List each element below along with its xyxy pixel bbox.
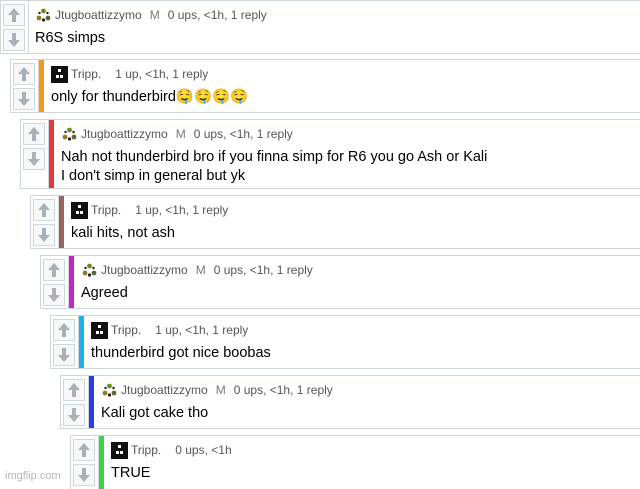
mod-badge: M [195, 263, 206, 277]
upvote-button[interactable] [23, 123, 45, 145]
comment-meta: Tripp. 1 up, <1h, 1 reply [91, 321, 248, 339]
upvote-button[interactable] [13, 63, 35, 85]
black-pixel-avatar[interactable] [71, 201, 88, 219]
comment-text: R6S simps [35, 30, 106, 46]
thread-bar [89, 376, 94, 428]
comment-body: Jtugboattizzymo M 0 ups, <1h, 1 reply Ka… [101, 376, 640, 428]
comment-stats: 1 up, <1h, 1 reply [155, 323, 249, 337]
mod-badge: M [215, 383, 226, 397]
comment-text: TRUE [111, 465, 151, 481]
thread-bar [49, 120, 54, 188]
username-link[interactable]: Jtugboattizzymo [81, 127, 168, 141]
comment-text: Nah not thunderbird bro if you finna sim… [61, 149, 488, 184]
username-link[interactable]: Tripp. [71, 67, 101, 81]
comment-text: Agreed [81, 285, 128, 301]
username-link[interactable]: Tripp. [111, 323, 141, 337]
username-link[interactable]: Tripp. [91, 203, 121, 217]
mod-badge: M [175, 127, 186, 141]
comment-meta: Tripp. 1 up, <1h, 1 reply [71, 201, 228, 219]
upvote-button[interactable] [63, 379, 85, 401]
leaf-cluster-avatar[interactable] [81, 262, 98, 279]
comment-stats: 0 ups, <1h [175, 443, 232, 457]
comment-stats: 1 up, <1h, 1 reply [115, 67, 209, 81]
vote-column [51, 316, 79, 368]
downvote-button[interactable] [63, 404, 85, 426]
comment: Tripp. 1 up, <1h, 1 reply kali hits, not… [30, 195, 640, 249]
comment-stats: 0 ups, <1h, 1 reply [213, 263, 313, 277]
leaf-cluster-avatar[interactable] [35, 7, 52, 24]
thread-bar [59, 196, 64, 248]
black-pixel-avatar[interactable] [91, 321, 108, 339]
leaf-cluster-avatar[interactable] [61, 126, 78, 143]
thread-bar [39, 60, 44, 112]
downvote-button[interactable] [73, 464, 95, 486]
username-link[interactable]: Jtugboattizzymo [121, 383, 208, 397]
comment-body: Jtugboattizzymo M 0 ups, <1h, 1 reply Ag… [81, 256, 640, 308]
comment-body: Jtugboattizzymo M 0 ups, <1h, 1 reply R6… [35, 1, 640, 53]
comment-stats: 0 ups, <1h, 1 reply [167, 8, 267, 22]
black-pixel-avatar[interactable] [111, 441, 128, 459]
username-link[interactable]: Jtugboattizzymo [55, 8, 142, 22]
imgflip-watermark: imgflip.com [5, 470, 61, 482]
comment-meta: Tripp. 1 up, <1h, 1 reply [51, 65, 208, 83]
upvote-button[interactable] [53, 319, 75, 341]
upvote-button[interactable] [73, 439, 95, 461]
comment-body: Tripp. 0 ups, <1h TRUE [111, 436, 640, 489]
downvote-button[interactable] [33, 224, 55, 246]
downvote-button[interactable] [43, 284, 65, 306]
comment-body: Tripp. 1 up, <1h, 1 reply only for thund… [51, 60, 640, 112]
comment-stats: 0 ups, <1h, 1 reply [233, 383, 333, 397]
mod-badge: M [149, 8, 160, 22]
comment-stats: 0 ups, <1h, 1 reply [193, 127, 293, 141]
comment-meta: Jtugboattizzymo M 0 ups, <1h, 1 reply [61, 125, 293, 143]
vote-column [11, 60, 39, 112]
vote-column [1, 1, 29, 53]
black-pixel-avatar[interactable] [51, 65, 68, 83]
leaf-cluster-avatar[interactable] [101, 382, 118, 399]
comment: Tripp. 1 up, <1h, 1 reply thunderbird go… [50, 315, 640, 369]
comment-meta: Jtugboattizzymo M 0 ups, <1h, 1 reply [35, 6, 267, 24]
comment-text: Kali got cake tho [101, 405, 209, 421]
upvote-button[interactable] [33, 199, 55, 221]
comment-text: kali hits, not ash [71, 225, 175, 241]
downvote-button[interactable] [3, 29, 25, 51]
downvote-button[interactable] [13, 88, 35, 110]
comment: Tripp. 0 ups, <1h TRUE [70, 435, 640, 489]
vote-column [61, 376, 89, 428]
comment-text: only for thunderbird🤤🤤🤤🤤 [51, 89, 249, 105]
comment-text: thunderbird got nice boobas [91, 345, 271, 361]
thread-bar [99, 436, 104, 489]
downvote-button[interactable] [23, 148, 45, 170]
comment: Tripp. 1 up, <1h, 1 reply only for thund… [10, 59, 640, 113]
vote-column [21, 120, 49, 188]
username-link[interactable]: Jtugboattizzymo [101, 263, 188, 277]
thread-bar [79, 316, 84, 368]
comment-body: Tripp. 1 up, <1h, 1 reply kali hits, not… [71, 196, 640, 248]
comment: Jtugboattizzymo M 0 ups, <1h, 1 reply Ag… [40, 255, 640, 309]
comment: Jtugboattizzymo M 0 ups, <1h, 1 reply Na… [20, 119, 640, 189]
thread-bar [69, 256, 74, 308]
comment: Jtugboattizzymo M 0 ups, <1h, 1 reply Ka… [60, 375, 640, 429]
vote-column [71, 436, 99, 489]
upvote-button[interactable] [43, 259, 65, 281]
comment-meta: Jtugboattizzymo M 0 ups, <1h, 1 reply [101, 381, 333, 399]
comment-thread: { "comments": [ {"username":"Jtugboattiz… [0, 0, 640, 489]
comment-meta: Jtugboattizzymo M 0 ups, <1h, 1 reply [81, 261, 313, 279]
vote-column [41, 256, 69, 308]
comment-stats: 1 up, <1h, 1 reply [135, 203, 229, 217]
upvote-button[interactable] [3, 4, 25, 26]
comment-body: Tripp. 1 up, <1h, 1 reply thunderbird go… [91, 316, 640, 368]
downvote-button[interactable] [53, 344, 75, 366]
comment-body: Jtugboattizzymo M 0 ups, <1h, 1 reply Na… [61, 120, 640, 188]
username-link[interactable]: Tripp. [131, 443, 161, 457]
comment-meta: Tripp. 0 ups, <1h [111, 441, 232, 459]
comment: Jtugboattizzymo M 0 ups, <1h, 1 reply R6… [0, 0, 640, 54]
vote-column [31, 196, 59, 248]
